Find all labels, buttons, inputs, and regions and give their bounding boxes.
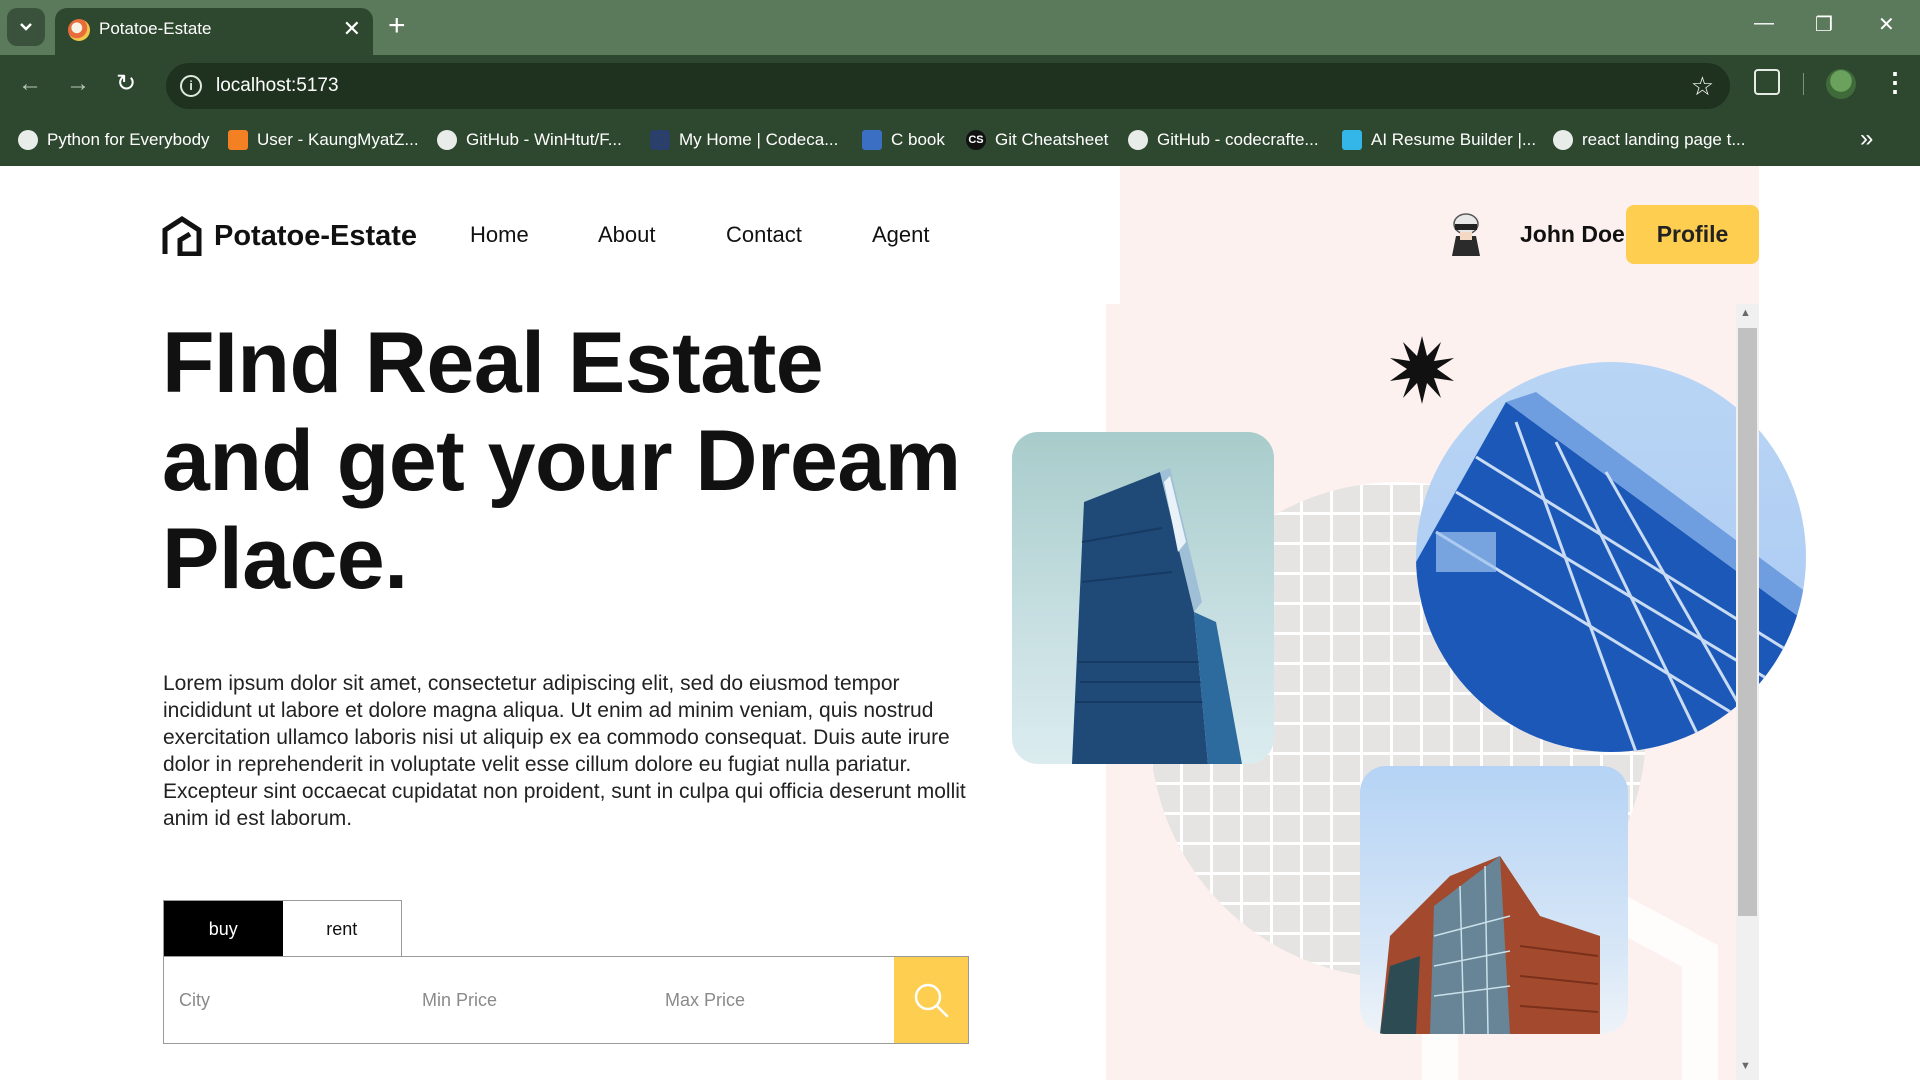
building-image-brick: [1360, 766, 1628, 1034]
brand-name: Potatoe-Estate: [214, 219, 418, 252]
skyscraper-illustration: [1072, 468, 1242, 764]
nav-link-home[interactable]: Home: [470, 222, 529, 248]
browser-toolbar: ← → ↻ i localhost:5173 ☆ ⋮: [0, 55, 1920, 113]
search-form: [163, 956, 969, 1044]
hero-title: FInd Real Estate and get your Dream Plac…: [162, 315, 961, 607]
back-arrow-icon[interactable]: ←: [18, 70, 42, 98]
city-input[interactable]: [164, 957, 407, 1043]
browser-tab[interactable]: Potatoe-Estate ✕: [55, 8, 373, 55]
browser-menu-icon[interactable]: ⋮: [1882, 67, 1908, 98]
nav-link-agent[interactable]: Agent: [872, 222, 930, 248]
bookmark-star-icon[interactable]: ☆: [1691, 71, 1714, 102]
stackoverflow-icon: [228, 130, 248, 150]
user-name: John Doe: [1520, 221, 1625, 247]
building-image-teal: [1012, 432, 1274, 764]
brand-logo[interactable]: Potatoe-Estate: [162, 216, 417, 256]
book-icon: [862, 130, 882, 150]
nav-link-about[interactable]: About: [598, 222, 656, 248]
favicon-icon: [68, 19, 90, 41]
bookmark-item[interactable]: react landing page t...: [1553, 127, 1746, 153]
house-logo-icon: [162, 216, 202, 256]
more-bookmarks-button[interactable]: »: [1860, 125, 1873, 153]
bookmark-label: react landing page t...: [1582, 130, 1746, 149]
max-price-input[interactable]: [650, 957, 893, 1043]
new-tab-button[interactable]: +: [388, 10, 406, 42]
chevron-down-icon: [20, 23, 32, 31]
nav-link-contact[interactable]: Contact: [726, 222, 802, 248]
min-price-input[interactable]: [407, 957, 650, 1043]
brick-building-illustration: [1380, 856, 1600, 1034]
tab-title: Potatoe-Estate: [99, 19, 212, 38]
search-icon: [914, 983, 949, 1018]
tab-rent[interactable]: rent: [282, 901, 401, 957]
browser-tab-strip: Potatoe-Estate ✕ + — ❐ ✕: [0, 0, 1920, 55]
bookmark-item[interactable]: My Home | Codeca...: [650, 127, 838, 153]
user-avatar[interactable]: [1444, 210, 1488, 258]
bookmark-label: GitHub - codecrafte...: [1157, 130, 1319, 149]
url-text[interactable]: localhost:5173: [216, 75, 339, 97]
bookmark-label: Python for Everybody: [47, 130, 210, 149]
reload-icon[interactable]: ↻: [116, 70, 136, 98]
bookmark-label: C book: [891, 130, 945, 149]
tab-search-button[interactable]: [7, 8, 45, 46]
close-window-button[interactable]: ✕: [1878, 12, 1895, 37]
search-type-tabs: buy rent: [163, 900, 402, 957]
bookmark-item[interactable]: CS Git Cheatsheet: [966, 127, 1108, 153]
globe-icon: [18, 130, 38, 150]
forward-arrow-icon[interactable]: →: [66, 70, 90, 98]
hero-description: Lorem ipsum dolor sit amet, consectetur …: [163, 672, 966, 830]
profile-button[interactable]: Profile: [1626, 205, 1759, 264]
bookmark-item[interactable]: C book: [862, 127, 945, 153]
bookmark-item[interactable]: User - KaungMyatZ...: [228, 127, 419, 153]
scroll-down-arrow-icon[interactable]: ▼: [1740, 1060, 1751, 1072]
starburst-icon: [1390, 336, 1454, 404]
bookmark-item[interactable]: Python for Everybody: [18, 127, 210, 153]
resume-icon: [1342, 130, 1362, 150]
bookmark-label: AI Resume Builder |...: [1371, 130, 1537, 149]
bookmarks-bar: Python for Everybody User - KaungMyatZ..…: [0, 113, 1920, 166]
scroll-up-arrow-icon[interactable]: ▲: [1740, 307, 1751, 319]
address-bar[interactable]: i localhost:5173 ☆: [166, 63, 1730, 109]
tab-buy[interactable]: buy: [164, 901, 283, 957]
site-info-icon[interactable]: i: [180, 75, 202, 97]
tab-close-button[interactable]: ✕: [343, 16, 361, 42]
bookmark-label: Git Cheatsheet: [995, 130, 1109, 149]
github-icon: [1128, 130, 1148, 150]
extensions-icon[interactable]: [1754, 69, 1780, 95]
github-icon: [1553, 130, 1573, 150]
bookmark-item[interactable]: GitHub - WinHtut/F...: [437, 127, 622, 153]
search-button[interactable]: [894, 957, 968, 1043]
scrollbar-thumb[interactable]: [1738, 328, 1757, 916]
bookmark-label: User - KaungMyatZ...: [257, 130, 419, 149]
bookmark-label: GitHub - WinHtut/F...: [466, 130, 622, 149]
page-viewport: ▲ ▼ Potatoe-Estate Home About Contact Ag…: [0, 166, 1920, 1080]
bookmark-label: My Home | Codeca...: [679, 130, 839, 149]
cs-icon: CS: [966, 130, 986, 150]
toolbar-divider: [1803, 73, 1804, 95]
minimize-button[interactable]: —: [1754, 12, 1774, 35]
bookmark-item[interactable]: GitHub - codecrafte...: [1128, 127, 1319, 153]
github-icon: [437, 130, 457, 150]
bookmark-item[interactable]: AI Resume Builder |...: [1342, 127, 1536, 153]
codecademy-icon: [650, 130, 670, 150]
restore-button[interactable]: ❐: [1815, 12, 1833, 37]
browser-profile-avatar[interactable]: [1826, 69, 1856, 99]
